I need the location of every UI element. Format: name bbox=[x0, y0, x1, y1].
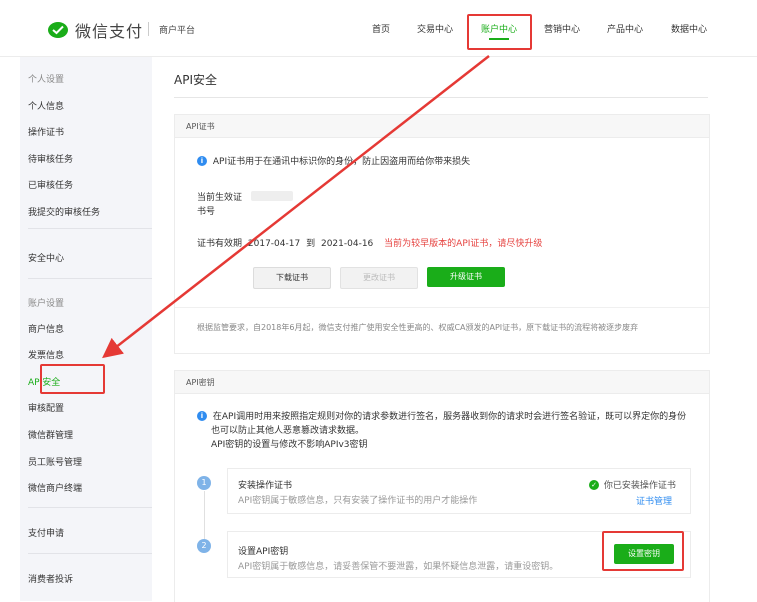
sidebar-item-wechat-group[interactable]: 微信群管理 bbox=[28, 428, 73, 441]
step-1-title: 安装操作证书 bbox=[238, 481, 293, 491]
sidebar-section-account: 账户设置 bbox=[28, 299, 65, 309]
merchant-platform-label: 商户平台 bbox=[159, 26, 196, 36]
cert-info-text: API证书用于在通讯中标识你的身份，防止因盗用而给你带来损失 bbox=[212, 157, 471, 167]
sidebar-item-reviewed[interactable]: 已审核任务 bbox=[28, 178, 73, 191]
highlight-box-account-center bbox=[467, 14, 532, 50]
info-icon: i bbox=[197, 410, 207, 421]
validity-end: 2021-04-16 bbox=[320, 239, 374, 249]
api-cert-card-header: API证书 bbox=[175, 115, 709, 138]
api-key-card-header: API密钥 bbox=[175, 371, 709, 394]
wechat-pay-logo[interactable]: 微信支付 bbox=[47, 18, 143, 42]
sidebar-item-pending-review[interactable]: 待审核任务 bbox=[28, 152, 73, 165]
brand-name: 微信支付 bbox=[75, 22, 144, 41]
sidebar-item-personal-info[interactable]: 个人信息 bbox=[28, 99, 64, 112]
top-header: 微信支付 商户平台 首页 交易中心 账户中心 营销中心 产品中心 数据中心 bbox=[0, 0, 757, 57]
current-cert-label-line1: 当前生效证 bbox=[197, 193, 243, 203]
api-cert-card: API证书 i API证书用于在通讯中标识你的身份，防止因盗用而给你带来损失 当… bbox=[174, 114, 710, 354]
nav-product-center[interactable]: 产品中心 bbox=[607, 22, 643, 35]
cert-info-line: i API证书用于在通讯中标识你的身份，防止因盗用而给你带来损失 bbox=[197, 154, 470, 167]
nav-trade-center[interactable]: 交易中心 bbox=[417, 22, 453, 35]
step-connector bbox=[204, 491, 205, 541]
title-divider bbox=[174, 97, 708, 98]
key-info-text-3: API密钥的设置与修改不影响APIv3密钥 bbox=[211, 440, 368, 450]
step-2-badge: 2 bbox=[197, 539, 211, 553]
sidebar-item-operation-cert[interactable]: 操作证书 bbox=[28, 125, 64, 138]
sidebar-divider bbox=[28, 278, 152, 279]
step-1-status: ✓ 你已安装操作证书 bbox=[589, 478, 676, 491]
nav-marketing-center[interactable]: 营销中心 bbox=[544, 22, 580, 35]
cert-regulation-notice: 根据监管要求，自2018年6月起，微信支付推广使用安全性更高的、权威CA颁发的A… bbox=[197, 323, 639, 332]
info-icon: i bbox=[197, 155, 207, 166]
sidebar-item-merchant-terminal[interactable]: 微信商户终端 bbox=[28, 481, 82, 494]
upgrade-cert-button[interactable]: 升级证书 bbox=[427, 267, 505, 287]
sidebar-divider bbox=[28, 553, 152, 554]
download-cert-button[interactable]: 下载证书 bbox=[253, 267, 331, 289]
key-info-line1: i 在API调用时用来按照指定规则对你的请求参数进行签名，服务器收到你的请求时会… bbox=[197, 409, 686, 422]
sidebar-item-review-config[interactable]: 审核配置 bbox=[28, 401, 64, 414]
step-1-badge: 1 bbox=[197, 476, 211, 490]
step-1-box: 安装操作证书 API密钥属于敏感信息，只有安装了操作证书的用户才能操作 ✓ 你已… bbox=[227, 468, 691, 514]
sidebar-divider bbox=[28, 507, 152, 508]
step-1-desc: API密钥属于敏感信息，只有安装了操作证书的用户才能操作 bbox=[238, 496, 478, 506]
header-divider bbox=[148, 22, 149, 36]
cert-management-link[interactable]: 证书管理 bbox=[636, 494, 672, 507]
sidebar-item-security-center[interactable]: 安全中心 bbox=[28, 251, 64, 264]
api-cert-card-title: API证书 bbox=[186, 122, 215, 131]
wechat-pay-logo-icon bbox=[48, 22, 68, 38]
sidebar-item-invoice-info[interactable]: 发票信息 bbox=[28, 348, 64, 361]
sidebar-divider bbox=[28, 228, 152, 229]
validity-label: 证书有效期 bbox=[197, 239, 243, 249]
cert-validity-row: 证书有效期 2017-04-17 到 2021-04-16 当前为较早版本的AP… bbox=[197, 236, 542, 249]
sidebar-item-consumer-complaint[interactable]: 消费者投诉 bbox=[28, 572, 73, 585]
key-info-text-2: 也可以防止其他人恶意篡改请求数据。 bbox=[211, 426, 365, 436]
highlight-box-set-key bbox=[602, 531, 684, 571]
validity-start: 2017-04-17 bbox=[247, 239, 301, 249]
key-info-text-1: 在API调用时用来按照指定规则对你的请求参数进行签名，服务器收到你的请求时会进行… bbox=[212, 412, 687, 422]
api-key-card-title: API密钥 bbox=[186, 378, 215, 387]
cert-number-redacted bbox=[251, 191, 293, 201]
sidebar-section-personal: 个人设置 bbox=[28, 75, 65, 85]
cert-card-divider bbox=[175, 307, 709, 308]
sidebar-item-payment-apply[interactable]: 支付申请 bbox=[28, 526, 64, 539]
page-title: API安全 bbox=[174, 73, 217, 87]
step-1-status-text: 你已安装操作证书 bbox=[603, 481, 676, 491]
step-2-title: 设置API密钥 bbox=[238, 547, 289, 557]
nav-home[interactable]: 首页 bbox=[372, 22, 390, 35]
sidebar-item-merchant-info[interactable]: 商户信息 bbox=[28, 322, 64, 335]
step-2-desc: API密钥属于敏感信息，请妥善保管不要泄露，如果怀疑信息泄露，请重设密钥。 bbox=[238, 562, 559, 572]
validity-to: 到 bbox=[306, 239, 316, 249]
highlight-box-api-security bbox=[40, 364, 105, 394]
nav-data-center[interactable]: 数据中心 bbox=[671, 22, 707, 35]
change-cert-button[interactable]: 更改证书 bbox=[340, 267, 418, 289]
current-cert-label-line2: 书号 bbox=[197, 207, 216, 217]
sidebar-item-my-submitted[interactable]: 我提交的审核任务 bbox=[28, 205, 100, 218]
sidebar-item-staff-accounts[interactable]: 员工账号管理 bbox=[28, 455, 82, 468]
check-icon: ✓ bbox=[589, 479, 599, 490]
cert-upgrade-warning: 当前为较早版本的API证书，请尽快升级 bbox=[384, 239, 543, 249]
